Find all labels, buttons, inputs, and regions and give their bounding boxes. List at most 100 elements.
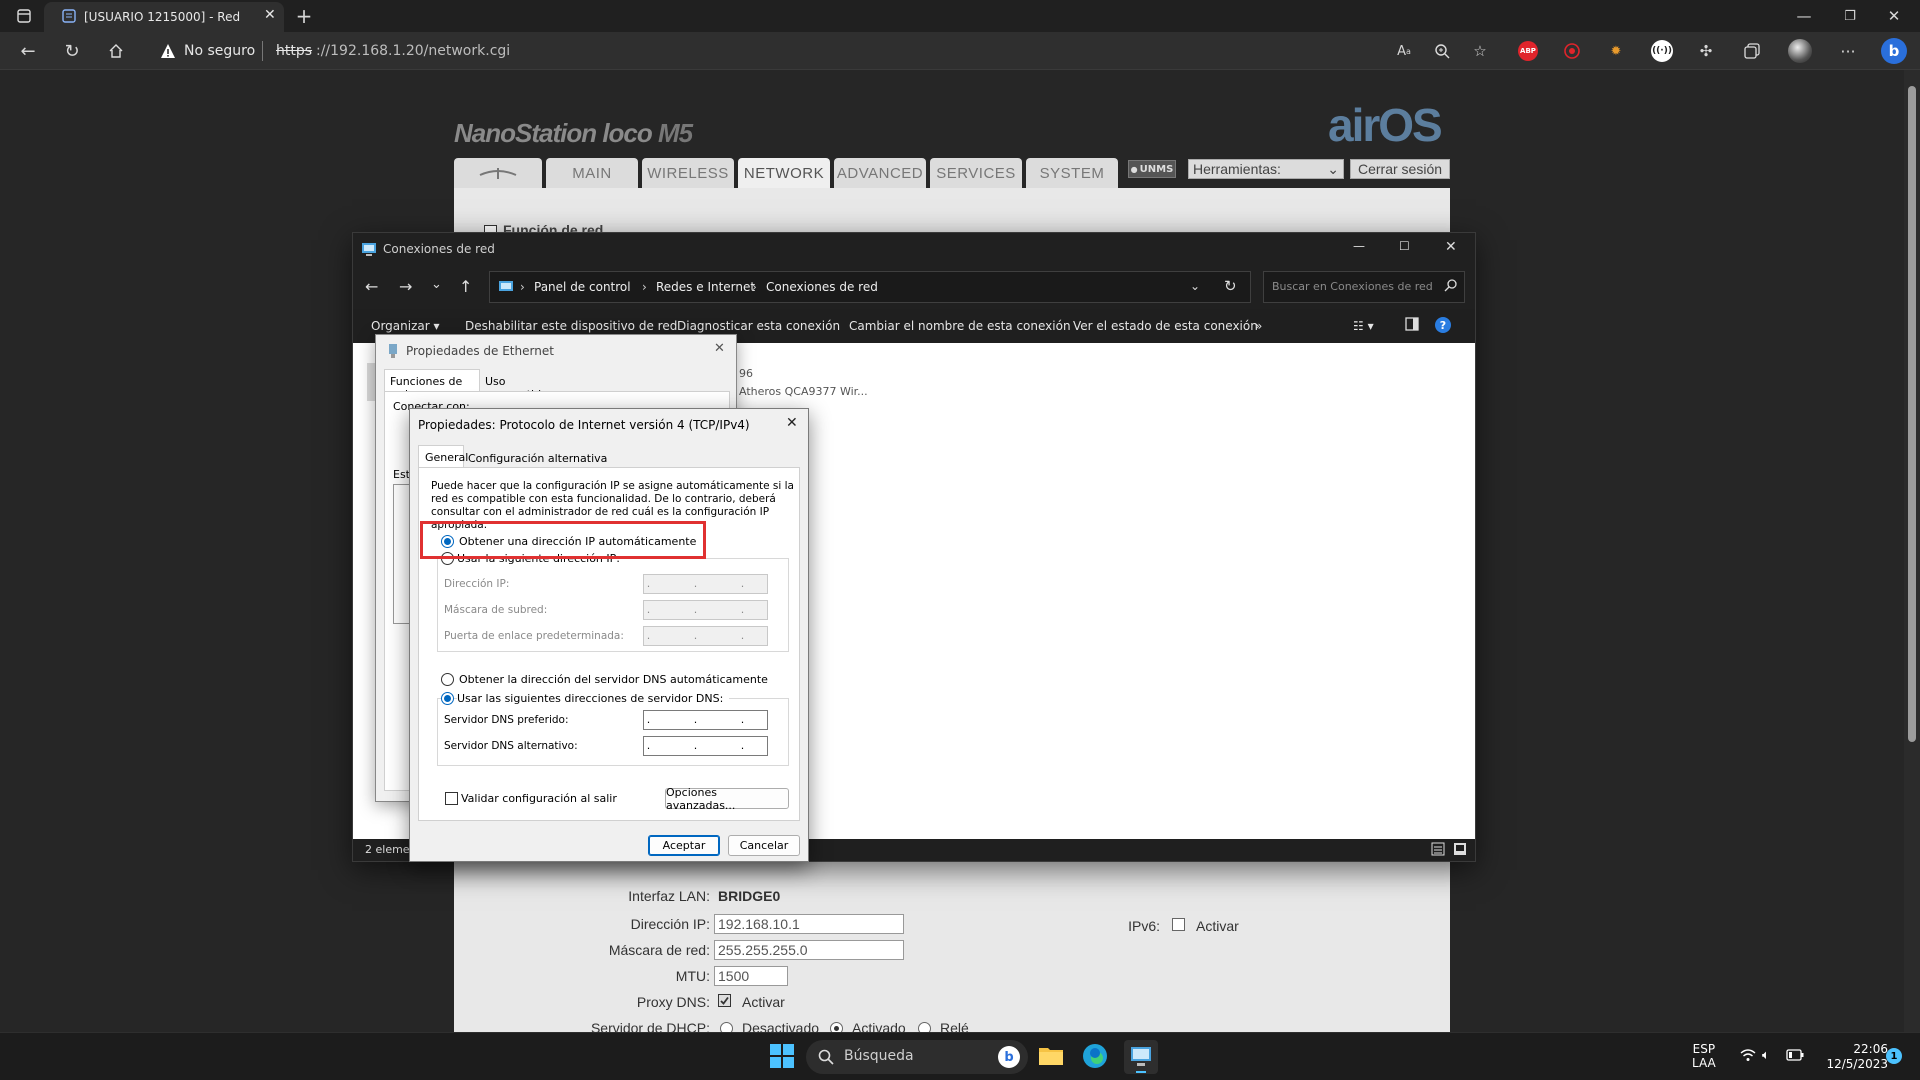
up-folder-icon[interactable]: ↑ bbox=[459, 277, 472, 296]
bing-copilot-icon[interactable]: b bbox=[1880, 37, 1908, 65]
netmask-input[interactable]: 255.255.255.0 bbox=[714, 940, 904, 960]
file-explorer-icon[interactable] bbox=[1038, 1044, 1064, 1066]
tab-advanced[interactable]: ADVANCED bbox=[834, 158, 926, 188]
organize-menu[interactable]: Organizar ▾ bbox=[371, 319, 440, 333]
search-icon bbox=[818, 1049, 834, 1065]
alternate-dns-field[interactable]: . . . bbox=[643, 736, 768, 756]
recent-locations-icon[interactable]: ⌄ bbox=[431, 277, 442, 292]
manual-dns-label[interactable]: Usar las siguientes direcciones de servi… bbox=[457, 692, 730, 705]
explorer-forward-icon[interactable]: → bbox=[399, 277, 412, 296]
more-commands-icon[interactable]: » bbox=[1255, 319, 1262, 333]
favorite-add-icon[interactable]: ☆ bbox=[1466, 37, 1494, 65]
help-icon[interactable]: ? bbox=[1435, 317, 1451, 333]
validate-on-exit-label[interactable]: Validar configuración al salir bbox=[461, 792, 617, 805]
tab-system[interactable]: SYSTEM bbox=[1026, 158, 1118, 188]
manual-dns-radio[interactable] bbox=[441, 692, 454, 705]
wifi-icon[interactable] bbox=[1740, 1048, 1756, 1062]
refresh-icon[interactable]: ↻ bbox=[58, 37, 86, 65]
tools-select[interactable]: Herramientas: ⌄ bbox=[1188, 159, 1344, 179]
tab-sharing[interactable]: Uso compartido bbox=[480, 371, 564, 401]
new-tab-icon[interactable]: + bbox=[290, 2, 318, 30]
mtu-input[interactable]: 1500 bbox=[714, 966, 788, 986]
wifi-adapter-name[interactable]: Atheros QCA9377 Wir... bbox=[739, 385, 868, 398]
wallet-extension-icon[interactable]: ((·)) bbox=[1648, 37, 1676, 65]
tab-actions-icon[interactable] bbox=[10, 2, 38, 30]
more-options-icon[interactable]: ··· bbox=[1834, 37, 1862, 65]
extension-icon[interactable]: ✹ bbox=[1602, 37, 1630, 65]
edge-browser-icon[interactable] bbox=[1082, 1043, 1108, 1069]
explorer-close-icon[interactable]: ✕ bbox=[1445, 239, 1457, 255]
profile-avatar[interactable] bbox=[1786, 37, 1814, 65]
close-tab-icon[interactable]: ✕ bbox=[264, 7, 276, 23]
collections-icon[interactable] bbox=[1738, 37, 1766, 65]
tab-alternate-config[interactable]: Configuración alternativa bbox=[464, 447, 614, 467]
details-view-icon[interactable] bbox=[1431, 842, 1445, 856]
address-history-icon[interactable]: ⌄ bbox=[1190, 279, 1200, 293]
home-icon[interactable] bbox=[102, 37, 130, 65]
disable-device-command[interactable]: Deshabilitar este dispositivo de red bbox=[465, 319, 677, 333]
page-scrollbar-thumb[interactable] bbox=[1908, 86, 1916, 742]
unms-badge[interactable]: ● UNMS bbox=[1128, 160, 1176, 178]
proxy-dns-checkbox[interactable] bbox=[718, 994, 731, 1007]
diagnose-command[interactable]: Diagnosticar esta conexión bbox=[677, 319, 840, 333]
explorer-address-bar[interactable]: › Panel de control › Redes e Internet › … bbox=[489, 271, 1251, 303]
ip-address-input[interactable]: 192.168.10.1 bbox=[714, 914, 904, 934]
restore-window-icon[interactable]: ❐ bbox=[1836, 2, 1864, 30]
auto-dns-label[interactable]: Obtener la dirección del servidor DNS au… bbox=[459, 673, 768, 686]
view-options-icon[interactable]: ☷ ▾ bbox=[1353, 319, 1374, 333]
tab-network[interactable]: NETWORK bbox=[738, 158, 830, 188]
address-bar[interactable]: No seguro https ://192.168.1.20/network.… bbox=[148, 38, 1380, 66]
taskbar-search[interactable]: Búsqueda b bbox=[806, 1040, 1028, 1074]
close-window-icon[interactable]: ✕ bbox=[1880, 2, 1908, 30]
network-connections-taskbar-icon[interactable] bbox=[1124, 1040, 1158, 1074]
minimize-window-icon[interactable]: — bbox=[1790, 2, 1818, 30]
explorer-minimize-icon[interactable]: — bbox=[1353, 239, 1365, 253]
cancel-button[interactable]: Cancelar bbox=[728, 835, 800, 856]
ok-button[interactable]: Aceptar bbox=[648, 835, 720, 856]
device-name: NanoStation loco bbox=[454, 118, 653, 148]
ip-address-label: Dirección IP: bbox=[444, 578, 510, 590]
auto-dns-radio[interactable] bbox=[441, 673, 454, 686]
ubiquiti-logo-tab[interactable] bbox=[454, 158, 542, 188]
battery-icon[interactable] bbox=[1786, 1049, 1804, 1061]
security-label[interactable]: No seguro bbox=[184, 43, 255, 59]
ipv4-close-icon[interactable]: ✕ bbox=[786, 415, 798, 431]
breadcrumb-network-connections[interactable]: Conexiones de red bbox=[766, 280, 878, 294]
rename-command[interactable]: Cambiar el nombre de esta conexión bbox=[849, 319, 1071, 333]
tab-general[interactable]: General bbox=[418, 445, 468, 467]
view-status-command[interactable]: Ver el estado de esta conexión bbox=[1073, 319, 1258, 333]
zoom-icon[interactable] bbox=[1428, 37, 1456, 65]
notification-badge[interactable]: 1 bbox=[1886, 1048, 1902, 1064]
tab-services[interactable]: SERVICES bbox=[930, 158, 1022, 188]
tab-alternate-label: Configuración alternativa bbox=[468, 452, 608, 465]
back-icon[interactable]: ← bbox=[14, 37, 42, 65]
breadcrumb-network-internet[interactable]: Redes e Internet bbox=[656, 280, 755, 294]
volume-icon[interactable]: 🔈︎ bbox=[1762, 1048, 1770, 1063]
ipv6-checkbox[interactable] bbox=[1172, 918, 1185, 931]
explorer-search-box[interactable]: Buscar en Conexiones de red bbox=[1263, 271, 1465, 303]
validate-on-exit-checkbox[interactable] bbox=[445, 792, 458, 805]
advanced-options-button[interactable]: Opciones avanzadas... bbox=[665, 786, 789, 812]
language-indicator[interactable]: ESP LAA bbox=[1692, 1042, 1716, 1070]
large-icons-view-icon[interactable] bbox=[1453, 842, 1467, 856]
ethernet-close-icon[interactable]: ✕ bbox=[714, 341, 725, 356]
explorer-back-icon[interactable]: ← bbox=[365, 277, 378, 296]
record-extension-icon[interactable] bbox=[1558, 37, 1586, 65]
logout-button[interactable]: Cerrar sesión bbox=[1350, 159, 1450, 179]
adblock-extension-icon[interactable]: ABP bbox=[1514, 37, 1542, 65]
tab-network-functions[interactable]: Funciones de red bbox=[384, 369, 480, 401]
extensions-puzzle-icon[interactable]: ✣ bbox=[1692, 37, 1720, 65]
preferred-dns-field[interactable]: . . . bbox=[643, 710, 768, 730]
explorer-refresh-icon[interactable]: ↻ bbox=[1224, 277, 1237, 295]
tab-main[interactable]: MAIN bbox=[546, 158, 638, 188]
tab-wireless[interactable]: WIRELESS bbox=[642, 158, 734, 188]
read-aloud-icon[interactable]: Aa bbox=[1390, 37, 1418, 65]
browser-tab-active[interactable]: [USUARIO 1215000] - Red ✕ bbox=[44, 2, 284, 32]
preview-pane-icon[interactable] bbox=[1405, 317, 1419, 331]
intro-text-line-1: Puede hacer que la configuración IP se a… bbox=[431, 480, 794, 492]
windows-start-icon[interactable] bbox=[770, 1044, 794, 1068]
breadcrumb-control-panel[interactable]: Panel de control bbox=[534, 280, 631, 294]
clock[interactable]: 22:06 12/5/2023 bbox=[1812, 1042, 1888, 1072]
gateway-label: Puerta de enlace predeterminada: bbox=[444, 630, 624, 642]
explorer-maximize-icon[interactable]: ☐ bbox=[1399, 239, 1410, 253]
